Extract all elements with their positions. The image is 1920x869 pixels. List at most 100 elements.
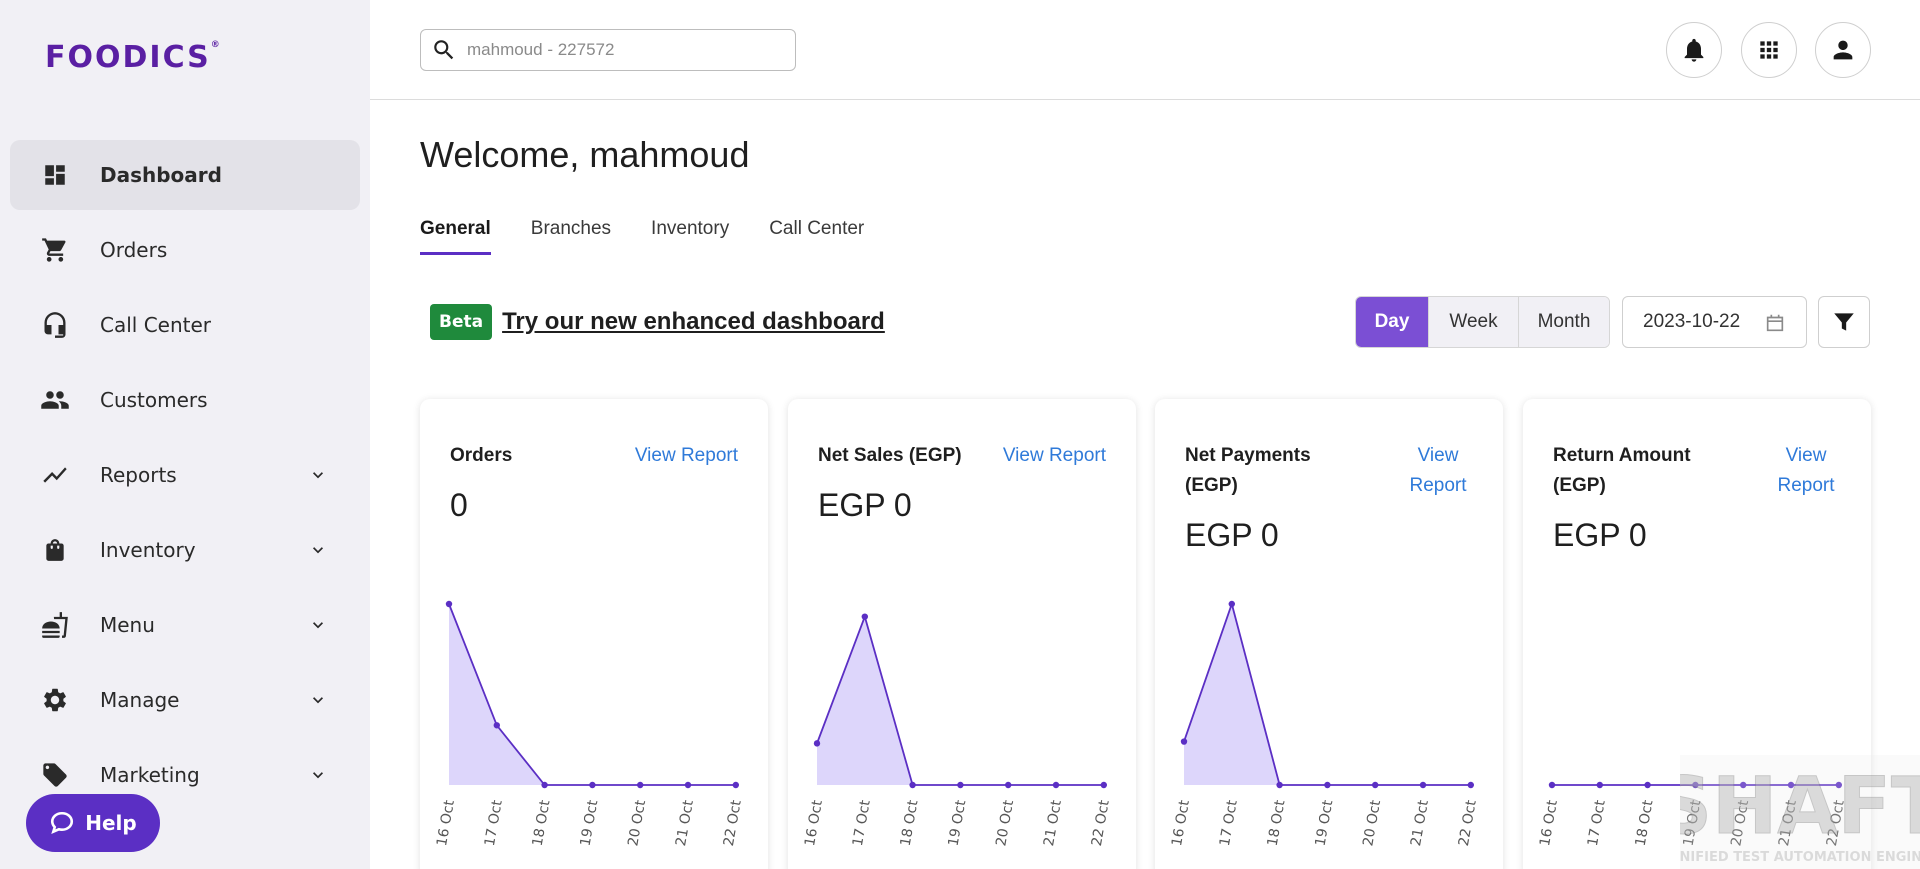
dashboard-tabs: General Branches Inventory Call Center: [420, 218, 904, 255]
chart-point: [1052, 781, 1060, 789]
chart-area: [1184, 604, 1471, 785]
chart-point: [909, 781, 916, 789]
chart-point: [1005, 781, 1012, 789]
sidebar-item-manage[interactable]: Manage: [10, 665, 360, 735]
sidebar-item-label: Menu: [100, 613, 155, 637]
watermark-subtitle: UNIFIED TEST AUTOMATION ENGINE: [1680, 850, 1920, 865]
apps-button[interactable]: [1741, 22, 1797, 78]
chart-point: [1180, 738, 1188, 745]
page-title: Welcome, mahmoud: [420, 134, 750, 175]
beta-banner: Beta Try our new enhanced dashboard: [430, 304, 885, 340]
gear-icon: [40, 685, 70, 715]
help-button[interactable]: Help: [26, 794, 160, 852]
filter-icon: [1834, 313, 1854, 331]
sidebar-item-label: Manage: [100, 688, 180, 712]
x-tick-label: 19 Oct: [578, 798, 602, 847]
x-tick-label: 18 Oct: [530, 798, 554, 847]
sidebar-item-dashboard[interactable]: Dashboard: [10, 140, 360, 210]
orders-card: Orders View Report 0 16 Oct 17 Oct 18 Oct 1…: [420, 399, 768, 869]
x-tick-label: 21 Oct: [673, 798, 697, 847]
x-tick-label: 19 Oct: [946, 798, 970, 847]
chart-point: [684, 781, 692, 789]
sidebar-item-label: Inventory: [100, 538, 196, 562]
sidebar-item-menu[interactable]: Menu: [10, 590, 360, 660]
chart-point: [813, 740, 821, 747]
logo-text: FOODICS: [45, 40, 211, 75]
tag-icon: [40, 760, 70, 790]
sidebar-item-label: Customers: [100, 388, 208, 412]
bag-icon: [40, 535, 70, 565]
shaft-watermark: SHAFT UNIFIED TEST AUTOMATION ENGINE: [1680, 755, 1920, 869]
sidebar-item-inventory[interactable]: Inventory: [10, 515, 360, 585]
tab-branches[interactable]: Branches: [531, 218, 611, 255]
period-toggle: Day Week Month: [1355, 296, 1610, 348]
notifications-button[interactable]: [1666, 22, 1722, 78]
x-tick-label: 22 Oct: [1456, 798, 1480, 847]
chevron-down-icon: [313, 472, 323, 479]
search-box[interactable]: [420, 29, 796, 71]
x-tick-label: 16 Oct: [434, 798, 458, 847]
sidebar-item-label: Dashboard: [100, 163, 222, 187]
enhanced-dashboard-link[interactable]: Try our new enhanced dashboard: [502, 308, 885, 336]
people-icon: [40, 385, 70, 415]
help-label: Help: [85, 811, 137, 835]
x-tick-label: 22 Oct: [721, 798, 745, 847]
chart-point: [1276, 781, 1283, 789]
filter-button[interactable]: [1818, 296, 1870, 348]
chart-point: [445, 600, 453, 608]
sidebar-item-call-center[interactable]: Call Center: [10, 290, 360, 360]
chart-area: [449, 604, 736, 785]
date-picker[interactable]: 2023-10-22: [1622, 296, 1807, 348]
sidebar-item-label: Call Center: [100, 313, 212, 337]
search-icon: [434, 40, 454, 60]
chart-point: [1644, 781, 1651, 789]
tab-general[interactable]: General: [420, 218, 491, 255]
sidebar-item-label: Marketing: [100, 763, 200, 787]
food-icon: [40, 610, 70, 640]
sidebar: FOODICS® Dashboard Orders Call Center Cu…: [0, 0, 370, 869]
x-tick-label: 18 Oct: [898, 798, 922, 847]
chevron-down-icon: [313, 772, 323, 779]
calendar-icon: [1766, 314, 1784, 332]
tab-inventory[interactable]: Inventory: [651, 218, 729, 255]
x-tick-label: 21 Oct: [1408, 798, 1432, 847]
x-tick-label: 20 Oct: [625, 798, 649, 847]
sidebar-item-label: Reports: [100, 463, 177, 487]
sidebar-item-customers[interactable]: Customers: [10, 365, 360, 435]
topbar: [370, 0, 1920, 100]
x-tick-label: 20 Oct: [993, 798, 1017, 847]
chart-point: [541, 781, 548, 789]
search-input[interactable]: [467, 40, 787, 60]
period-day-button[interactable]: Day: [1356, 297, 1429, 347]
chart-point: [732, 781, 739, 789]
sidebar-item-orders[interactable]: Orders: [10, 215, 360, 285]
net-sales-chart: 16 Oct 17 Oct 18 Oct 19 Oct 20 Oct 21 Oct 22 O…: [802, 613, 1113, 847]
period-week-button[interactable]: Week: [1429, 297, 1519, 347]
cart-icon: [40, 235, 70, 265]
net-sales-card: Net Sales (EGP) View Report EGP 0 16 Oct…: [788, 399, 1136, 869]
x-tick-label: 19 Oct: [1313, 798, 1337, 847]
period-month-button[interactable]: Month: [1519, 297, 1609, 347]
beta-badge: Beta: [430, 304, 493, 340]
foodics-logo[interactable]: FOODICS®: [45, 40, 222, 75]
user-profile-button[interactable]: [1815, 22, 1871, 78]
person-icon: [1833, 40, 1853, 60]
x-tick-label: 21 Oct: [1041, 798, 1065, 847]
apps-grid-icon: [1760, 41, 1778, 59]
chart-point: [1596, 781, 1603, 789]
chart-point: [1324, 781, 1331, 789]
x-tick-label: 16 Oct: [802, 798, 826, 847]
sidebar-item-label: Orders: [100, 238, 168, 262]
chart-point: [1467, 781, 1474, 789]
chat-icon: [51, 811, 74, 834]
sidebar-item-reports[interactable]: Reports: [10, 440, 360, 510]
chart-point: [957, 781, 964, 789]
chart-point: [1419, 781, 1427, 789]
x-tick-label: 17 Oct: [1217, 798, 1241, 847]
chart-point: [493, 722, 500, 729]
tab-call-center[interactable]: Call Center: [769, 218, 864, 255]
chart-point: [1100, 781, 1107, 789]
x-tick-label: 20 Oct: [1360, 798, 1384, 847]
x-tick-label: 18 Oct: [1265, 798, 1289, 847]
chart-point: [1228, 600, 1235, 608]
